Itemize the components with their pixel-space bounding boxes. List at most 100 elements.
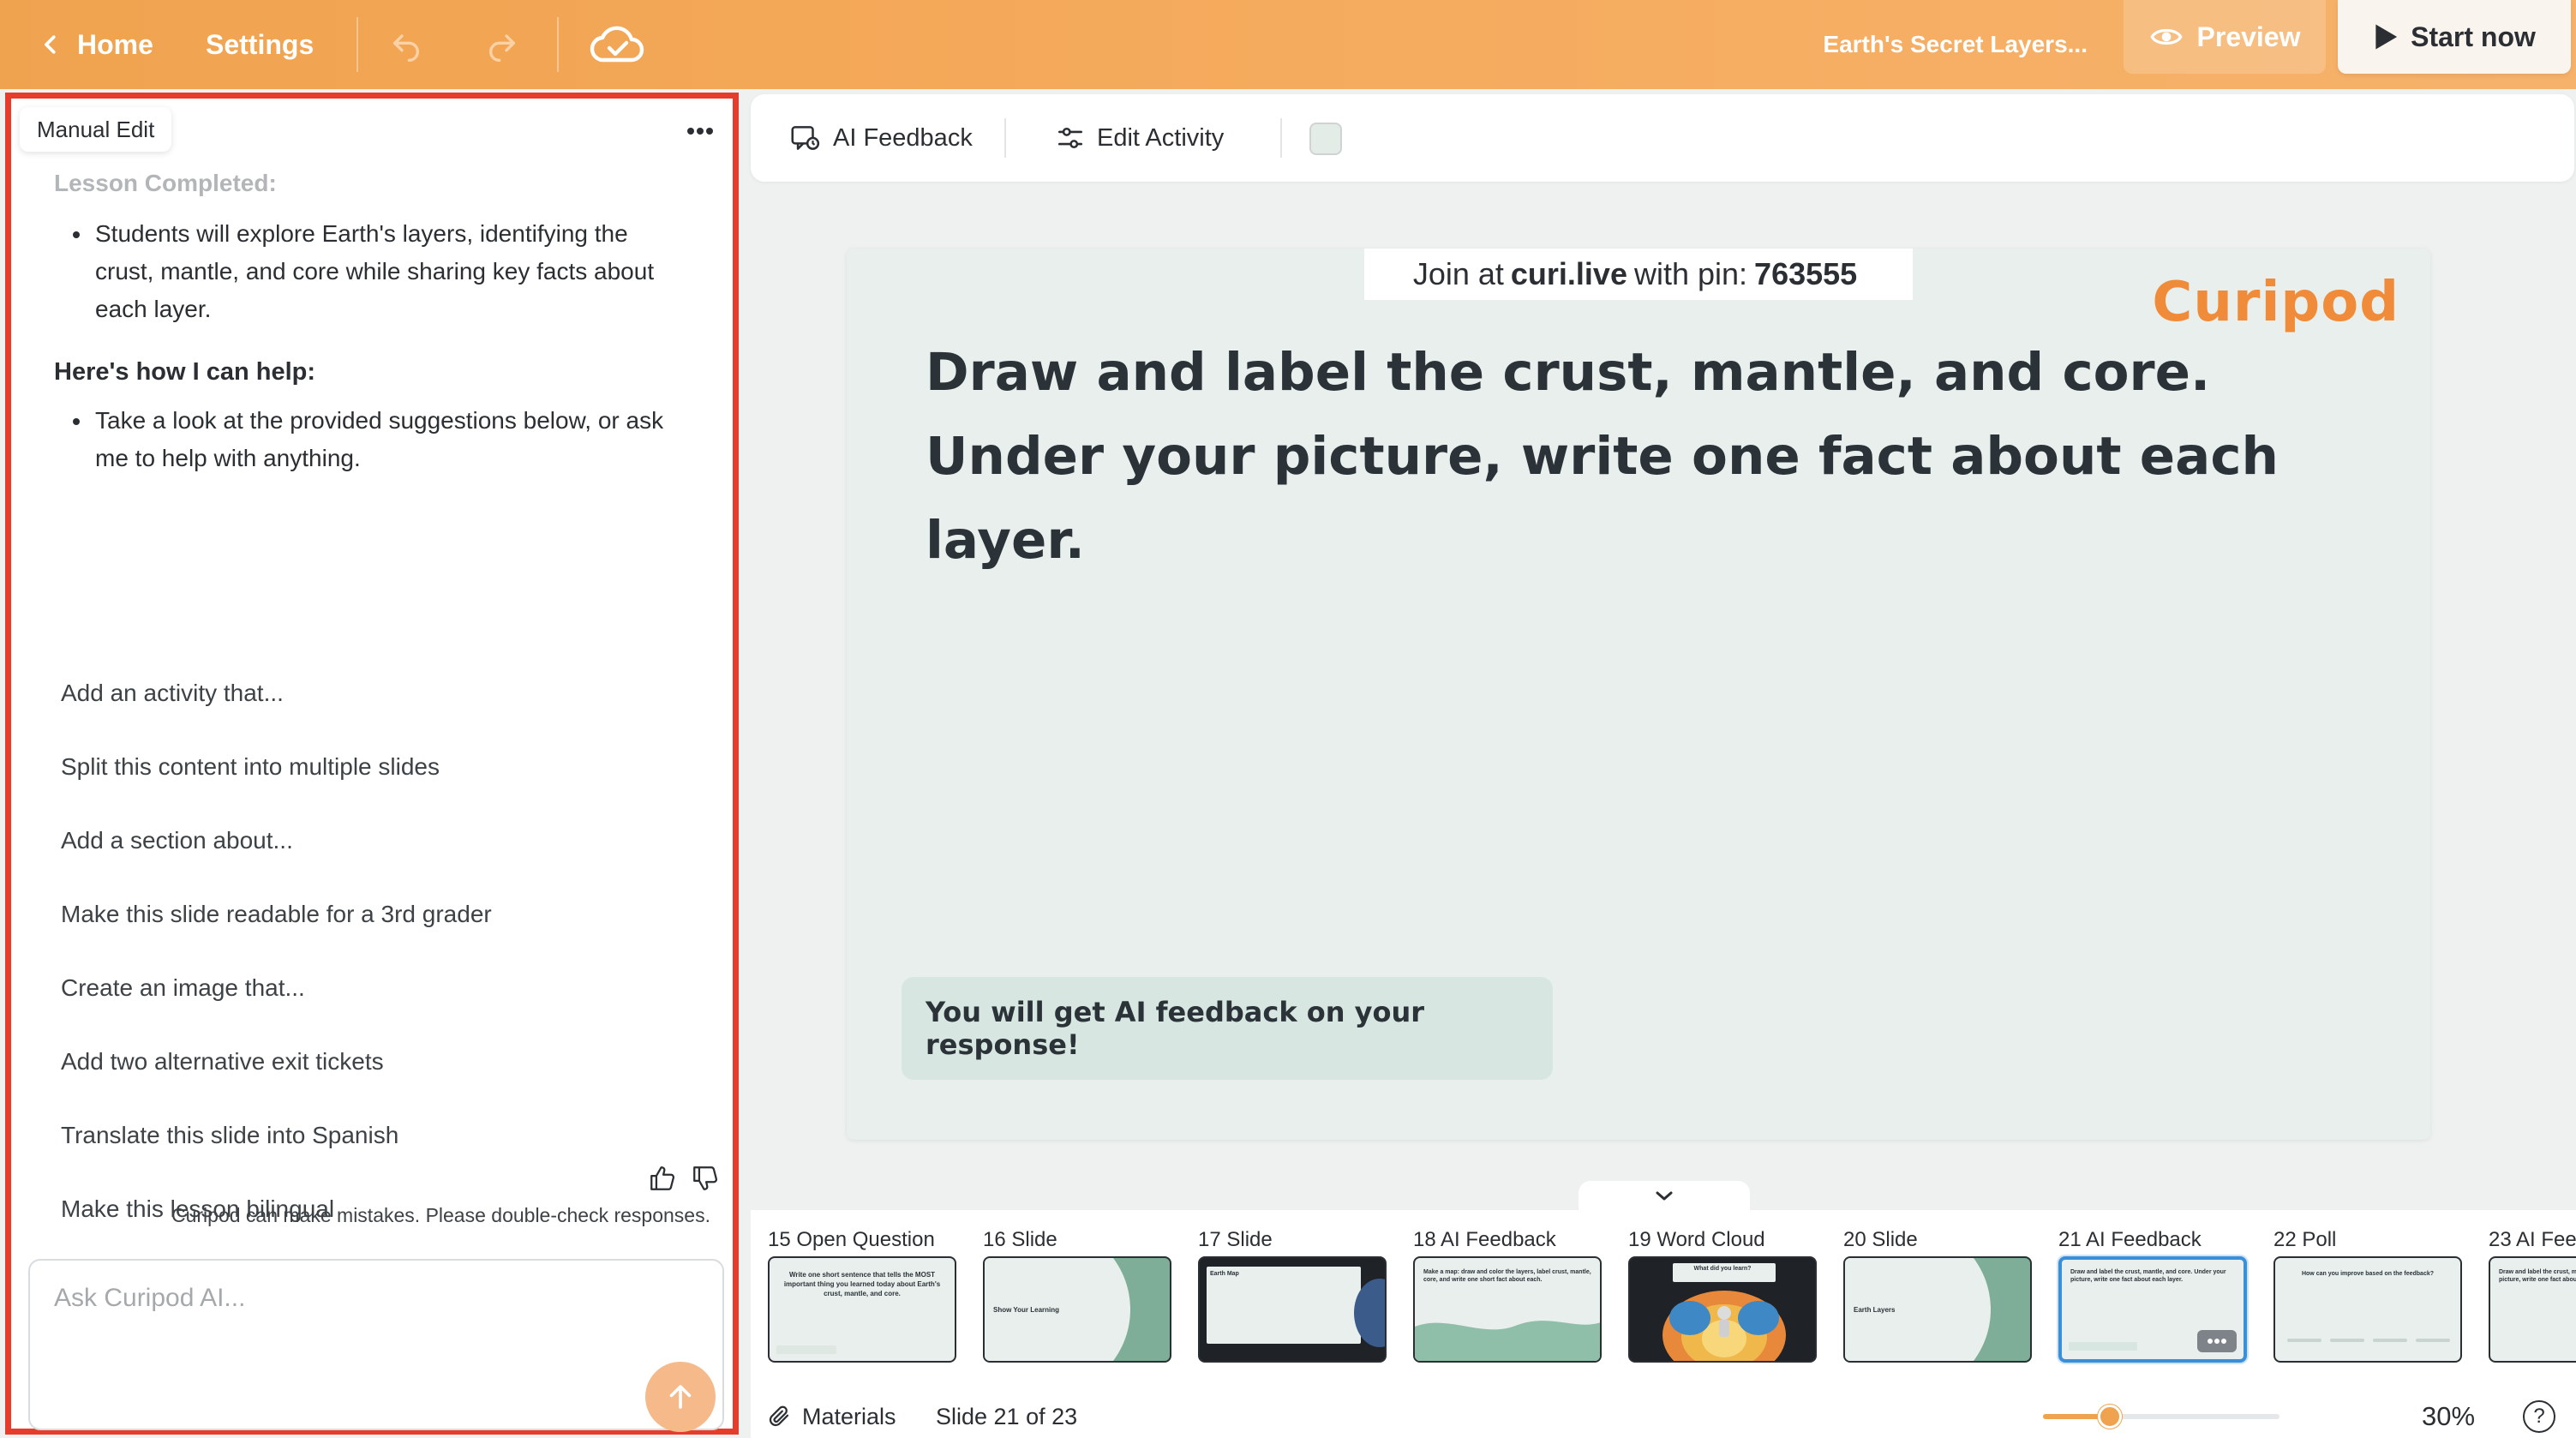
suggestion-list: Add an activity that... Split this conte… — [61, 660, 661, 1249]
slide-thumbnail[interactable]: 15 Open Question Write one short sentenc… — [768, 1224, 958, 1363]
suggestion-item[interactable]: Add an activity that... — [61, 660, 661, 734]
home-button[interactable]: Home — [38, 0, 153, 89]
send-button[interactable] — [645, 1362, 716, 1432]
slide-thumbnail[interactable]: 18 AI Feedback Make a map: draw and colo… — [1413, 1224, 1603, 1363]
redo-button[interactable] — [476, 19, 528, 70]
slide-thumbnail[interactable]: 20 Slide Earth Layers — [1843, 1224, 2034, 1363]
start-now-button[interactable]: Start now — [2338, 0, 2571, 74]
suggestion-item[interactable]: Split this content into multiple slides — [61, 734, 661, 807]
thumbs-up-icon — [650, 1166, 675, 1190]
thumbnail-label: 21 AI Feedback — [2058, 1228, 2202, 1251]
undo-icon — [393, 34, 419, 62]
slide-thumbnail[interactable]: 23 AI Feedback Draw and label the crust,… — [2489, 1224, 2576, 1363]
thumbnail-earth-image — [1662, 1291, 1786, 1361]
thumbnail-text: Earth Layers — [1854, 1306, 1896, 1314]
sliders-icon — [1057, 127, 1083, 149]
thumbnail-preview: Earth Layers — [1843, 1256, 2032, 1363]
topbar-divider — [557, 17, 559, 72]
manual-edit-button[interactable]: Manual Edit — [20, 107, 172, 152]
slide-thumbnail[interactable]: 17 Slide Earth Map — [1198, 1224, 1388, 1363]
eye-icon — [2149, 28, 2183, 45]
poll-option-bar — [2416, 1339, 2450, 1342]
poll-option-bar — [2373, 1339, 2407, 1342]
help-text: Take a look at the provided suggestions … — [54, 402, 671, 477]
slide-toolbar: AI Feedback Edit Activity — [751, 94, 2574, 182]
toolbar-divider — [1280, 118, 1282, 158]
chat-message: Lesson Completed: Students will explore … — [54, 160, 671, 477]
join-prefix: Join at — [1412, 256, 1504, 291]
thumbnail-label: 17 Slide — [1198, 1228, 1273, 1251]
thumbnail-text: Show Your Learning — [993, 1306, 1060, 1314]
lesson-title[interactable]: Earth's Secret Layers... — [1823, 0, 2088, 89]
arrow-up-icon — [669, 1385, 692, 1409]
lesson-summary: Students will explore Earth's layers, id… — [54, 215, 671, 328]
thumbnail-text: Write one short sentence that tells the … — [783, 1271, 941, 1297]
lesson-completed-heading: Lesson Completed: — [54, 170, 277, 196]
poll-option-bar — [2287, 1339, 2321, 1342]
slide-thumbnail[interactable]: 19 Word Cloud What did you learn? — [1628, 1224, 1818, 1363]
zoom-slider-handle[interactable] — [2098, 1405, 2122, 1429]
edit-activity-tool[interactable]: Edit Activity — [1056, 94, 1224, 182]
thumbnail-label: 19 Word Cloud — [1628, 1228, 1765, 1251]
more-horizontal-icon — [2208, 1339, 2226, 1344]
home-label: Home — [77, 28, 153, 60]
undo-button[interactable] — [380, 19, 432, 70]
background-color-swatch[interactable] — [1309, 123, 1342, 155]
slide-thumbnail-active[interactable]: 21 AI Feedback Draw and label the crust,… — [2058, 1224, 2249, 1363]
ai-feedback-tool[interactable]: AI Feedback — [788, 94, 973, 182]
top-bar: Home Settings Earth's Secret Layers... P… — [0, 0, 2576, 89]
more-options-button[interactable] — [683, 114, 717, 148]
thumbnail-label: 22 Poll — [2273, 1228, 2337, 1251]
play-icon — [2375, 24, 2398, 50]
thumbnail-text: Draw and label the crust, mantle, and co… — [2070, 1269, 2226, 1283]
thumbnail-preview: What did you learn? — [1628, 1256, 1817, 1363]
ai-disclaimer: Curipod can make mistakes. Please double… — [171, 1204, 710, 1226]
thumbnail-panel — [1207, 1267, 1361, 1344]
thumbnail-preview: Show Your Learning — [983, 1256, 1171, 1363]
toolbar-divider — [1004, 118, 1006, 158]
thumbnail-label: 16 Slide — [983, 1228, 1057, 1251]
thumbnail-text: What did you learn? — [1693, 1266, 1752, 1272]
ask-ai-input[interactable] — [54, 1278, 654, 1319]
thumbnail-text: Earth Map — [1210, 1271, 1239, 1277]
thumbnail-text: How can you improve based on the feedbac… — [2301, 1271, 2435, 1277]
chevron-left-icon — [45, 35, 56, 54]
thumbnail-label: 18 AI Feedback — [1413, 1228, 1556, 1251]
thumbnail-label: 20 Slide — [1843, 1228, 1918, 1251]
thumbnail-preview: Draw and label the crust, mantle, and co… — [2058, 1256, 2247, 1363]
suggestion-item[interactable]: Create an image that... — [61, 955, 661, 1028]
join-url: curi.live — [1510, 256, 1627, 291]
suggestion-item[interactable]: Add a section about... — [61, 807, 661, 881]
settings-button[interactable]: Settings — [206, 0, 314, 89]
preview-button[interactable]: Preview — [2124, 0, 2326, 74]
join-middle: with pin: — [1633, 256, 1748, 291]
thumbnail-preview: Earth Map — [1198, 1256, 1387, 1363]
thumbs-up-button[interactable] — [645, 1161, 680, 1195]
suggestion-item[interactable]: Make this slide readable for a 3rd grade… — [61, 881, 661, 955]
collapse-filmstrip-button[interactable] — [1579, 1181, 1750, 1212]
slide-counter: Slide 21 of 23 — [936, 1403, 1078, 1429]
cloud-check-icon — [590, 26, 644, 63]
topbar-divider — [356, 17, 358, 72]
cloud-saved-button[interactable] — [586, 19, 648, 70]
thumbnail-footer — [2069, 1342, 2137, 1351]
materials-button[interactable]: Materials — [766, 1395, 896, 1438]
ai-feedback-note: You will get AI feedback on your respons… — [902, 977, 1553, 1080]
help-heading: Here's how I can help: — [54, 358, 316, 386]
ai-chat-panel: Manual Edit Lesson Completed: Students w… — [5, 93, 739, 1435]
thumbnail-preview: Draw and label the crust, mantle, and co… — [2489, 1256, 2576, 1363]
slide-canvas[interactable]: Join at curi.live with pin: 763555 Curip… — [847, 249, 2430, 1140]
slide-thumbnail[interactable]: 22 Poll How can you improve based on the… — [2273, 1224, 2464, 1363]
thumbs-down-button[interactable] — [688, 1161, 722, 1195]
slide-prompt[interactable]: Draw and label the crust, mantle, and co… — [926, 331, 2382, 583]
zoom-slider[interactable] — [2043, 1405, 2279, 1429]
help-button[interactable]: ? — [2523, 1400, 2555, 1433]
slide-thumbnail[interactable]: 16 Slide Show Your Learning — [983, 1224, 1173, 1363]
thumbnail-text: Draw and label the crust, mantle, and co… — [2499, 1269, 2576, 1283]
thumbnail-preview: Make a map: draw and color the layers, l… — [1413, 1256, 1602, 1363]
thumbnail-options-button[interactable] — [2197, 1330, 2237, 1352]
suggestion-item[interactable]: Translate this slide into Spanish — [61, 1102, 661, 1176]
suggestion-item[interactable]: Add two alternative exit tickets — [61, 1028, 661, 1102]
thumbnail-label: 23 AI Feedback — [2489, 1228, 2576, 1251]
curipod-logo: Curipod — [2152, 271, 2399, 334]
